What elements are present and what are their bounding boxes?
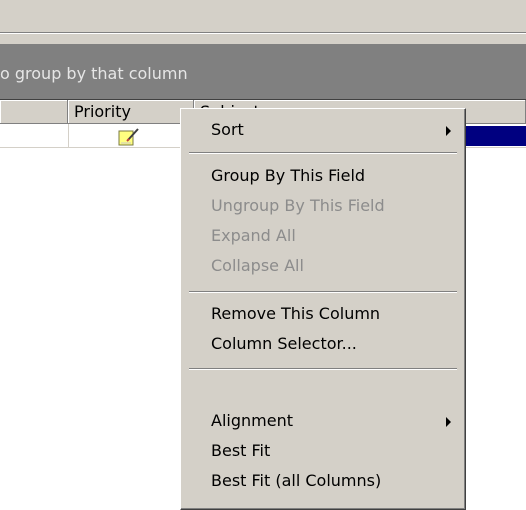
menu-item-group-by-this-field-label: Group By This Field: [211, 166, 366, 185]
menu-item-expand-all-label: Expand All: [211, 226, 296, 245]
column-header-priority-label: Priority: [74, 102, 131, 121]
selected-cell-highlight[interactable]: [460, 126, 526, 146]
menu-item-best-fit-label: Best Fit: [211, 441, 271, 460]
toolbar: [0, 0, 526, 32]
context-menu: Sort Group By This Field Ungroup By This…: [180, 108, 466, 510]
column-header-priority[interactable]: Priority: [68, 100, 194, 124]
menu-item-group-by-this-field[interactable]: Group By This Field: [181, 161, 463, 191]
menu-item-column-selector[interactable]: Column Selector...: [181, 329, 463, 359]
group-by-panel[interactable]: o group by that column: [0, 44, 526, 100]
menu-item-sort[interactable]: Sort: [181, 115, 463, 145]
menu-item-ungroup-by-this-field-label: Ungroup By This Field: [211, 196, 385, 215]
menu-item-remove-this-column-label: Remove This Column: [211, 304, 381, 323]
menu-separator: [189, 152, 457, 154]
menu-item-best-fit[interactable]: Best Fit: [181, 436, 463, 466]
menu-item-alignment-label: Alignment: [211, 411, 293, 430]
menu-item-best-fit-all-columns[interactable]: Best Fit (all Columns): [181, 466, 463, 496]
menu-item-alignment[interactable]: Alignment: [181, 406, 463, 436]
menu-item-expand-all[interactable]: Expand All: [181, 221, 463, 251]
menu-item-collapse-all[interactable]: Collapse All: [181, 251, 463, 281]
submenu-arrow-icon: [446, 126, 451, 136]
menu-item-remove-this-column[interactable]: Remove This Column: [181, 299, 463, 329]
menu-separator: [189, 368, 457, 370]
note-icon: [118, 128, 139, 146]
cell-divider: [68, 124, 69, 148]
toolbar-gap: [0, 34, 526, 44]
menu-item-collapse-all-label: Collapse All: [211, 256, 304, 275]
menu-item-ungroup-by-this-field[interactable]: Ungroup By This Field: [181, 191, 463, 221]
menu-item-sort-label: Sort: [211, 120, 244, 139]
group-by-hint: o group by that column: [0, 64, 188, 83]
menu-separator: [189, 291, 457, 293]
menu-item-best-fit-all-columns-label: Best Fit (all Columns): [211, 471, 382, 490]
submenu-arrow-icon: [446, 417, 451, 427]
menu-item-column-selector-label: Column Selector...: [211, 334, 357, 353]
column-header-blank[interactable]: [0, 100, 68, 124]
